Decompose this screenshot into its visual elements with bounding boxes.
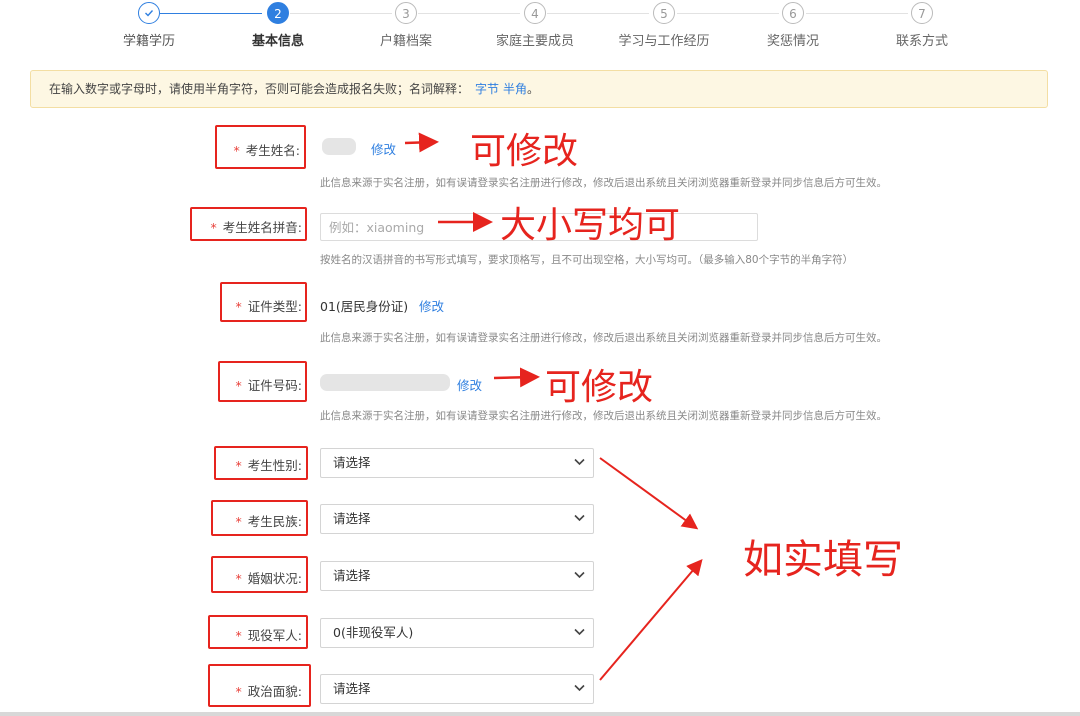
annotation-arrows [404,132,703,681]
annotation-name: 可修改 [470,131,579,172]
annotation-id: 可修改 [545,367,654,408]
bottom-divider [0,712,1080,716]
annotation-fill: 如实填写 [743,537,903,583]
annotation-pinyin: 大小写均可 [500,205,681,246]
